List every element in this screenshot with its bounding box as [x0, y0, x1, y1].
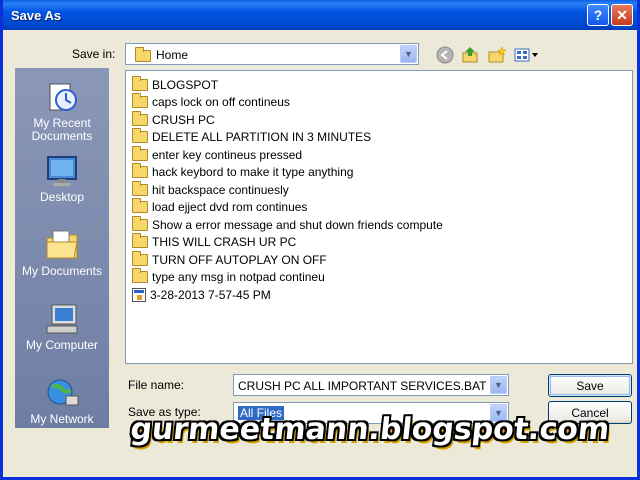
- place-label: My Network: [30, 412, 94, 426]
- place-label: My Computer: [25, 338, 99, 352]
- file-name: type any msg in notpad contineu: [152, 270, 325, 284]
- save-in-label: Save in:: [72, 47, 116, 61]
- list-item[interactable]: enter key contineus pressed: [132, 145, 303, 163]
- list-item[interactable]: THIS WILL CRASH UR PC: [132, 233, 297, 251]
- new-folder-icon: [488, 46, 506, 63]
- file-name: hit backspace continuesly: [152, 182, 289, 197]
- folder-icon: [132, 215, 148, 231]
- file-name: TURN OFF AUTOPLAY ON OFF: [152, 252, 327, 267]
- list-item[interactable]: hack keybord to make it type anything: [132, 163, 354, 181]
- list-item[interactable]: load ejject dvd rom continues: [132, 198, 308, 216]
- places-bar: My Recent Documents Desktop My Documents…: [15, 68, 109, 428]
- list-item[interactable]: CRUSH PC: [132, 110, 215, 128]
- list-item[interactable]: caps lock on off contineus: [132, 93, 290, 111]
- folder-icon: [132, 268, 148, 283]
- file-name: CRUSH PC: [152, 112, 215, 127]
- file-name-label: File name:: [128, 378, 185, 392]
- views-menu-button[interactable]: [513, 45, 541, 65]
- save-in-dropdown[interactable]: Home ▼: [125, 43, 419, 65]
- list-item[interactable]: Show a error message and shut down frien…: [132, 215, 443, 233]
- folder-icon: [132, 163, 148, 178]
- list-item[interactable]: type any msg in notpad contineu: [132, 268, 325, 286]
- batch-file-icon: [132, 287, 146, 302]
- folder-icon: [132, 93, 148, 108]
- list-item[interactable]: hit backspace continuesly: [132, 180, 289, 198]
- file-name: THIS WILL CRASH UR PC: [152, 235, 297, 249]
- close-button[interactable]: ✕: [611, 4, 633, 26]
- file-name-input[interactable]: CRUSH PC ALL IMPORTANT SERVICES.BAT ▼: [233, 374, 509, 396]
- file-name: DELETE ALL PARTITION IN 3 MINUTES: [152, 130, 372, 144]
- back-button[interactable]: [435, 45, 455, 65]
- place-label: My Recent Documents: [31, 116, 93, 143]
- new-folder-button[interactable]: [487, 45, 507, 65]
- watermark-text: gurmeetmann.blogspot.com: [128, 412, 612, 447]
- place-label: My Documents: [21, 264, 103, 278]
- file-name: hack keybord to make it type anything: [152, 165, 354, 179]
- file-name: enter key contineus pressed: [152, 147, 303, 162]
- place-label: Desktop: [39, 190, 85, 204]
- desktop-icon: [44, 154, 80, 188]
- folder-icon: [132, 250, 148, 266]
- my-network-icon: [44, 376, 80, 410]
- file-name: BLOGSPOT: [152, 77, 219, 92]
- folder-icon: [132, 128, 148, 143]
- save-button[interactable]: Save: [548, 374, 632, 397]
- folder-icon: [132, 145, 148, 161]
- title-bar[interactable]: Save As ? ✕: [3, 0, 637, 30]
- list-item[interactable]: 3-28-2013 7-57-45 PM: [132, 286, 271, 303]
- list-item[interactable]: TURN OFF AUTOPLAY ON OFF: [132, 250, 327, 268]
- file-name: 3-28-2013 7-57-45 PM: [150, 287, 271, 302]
- save-as-dialog: Save As ? ✕ Save in: Home ▼ My Recent Do…: [0, 0, 640, 480]
- folder-icon: [132, 180, 148, 196]
- my-documents-icon: [44, 228, 80, 262]
- folder-icon: [132, 75, 148, 91]
- chevron-down-icon[interactable]: ▼: [400, 45, 417, 63]
- place-my-network[interactable]: My Network: [15, 370, 109, 442]
- my-computer-icon: [44, 302, 80, 336]
- file-name: Show a error message and shut down frien…: [152, 217, 443, 232]
- list-item[interactable]: BLOGSPOT: [132, 75, 219, 93]
- close-icon: ✕: [616, 6, 628, 23]
- save-in-value: Home: [156, 48, 189, 62]
- folder-icon: [132, 198, 148, 213]
- recent-documents-icon: [44, 80, 80, 114]
- chevron-down-icon[interactable]: ▼: [490, 376, 507, 394]
- window-title: Save As: [11, 8, 62, 23]
- back-icon: [436, 46, 454, 64]
- up-one-level-button[interactable]: [460, 45, 480, 65]
- file-list[interactable]: BLOGSPOT caps lock on off contineus CRUS…: [125, 70, 633, 364]
- place-my-recent-documents[interactable]: My Recent Documents: [15, 74, 109, 146]
- folder-icon: [135, 47, 151, 62]
- list-item[interactable]: DELETE ALL PARTITION IN 3 MINUTES: [132, 128, 372, 146]
- folder-icon: [132, 233, 148, 248]
- help-button[interactable]: ?: [587, 4, 609, 26]
- file-name: load ejject dvd rom continues: [152, 200, 308, 214]
- file-name-value: CRUSH PC ALL IMPORTANT SERVICES.BAT: [238, 379, 487, 393]
- place-desktop[interactable]: Desktop: [15, 148, 109, 220]
- file-name: caps lock on off contineus: [152, 95, 290, 109]
- place-my-computer[interactable]: My Computer: [15, 296, 109, 368]
- views-icon: [514, 48, 538, 62]
- up-folder-icon: [462, 47, 478, 63]
- place-my-documents[interactable]: My Documents: [15, 222, 109, 294]
- folder-icon: [132, 110, 148, 126]
- help-icon: ?: [593, 7, 603, 23]
